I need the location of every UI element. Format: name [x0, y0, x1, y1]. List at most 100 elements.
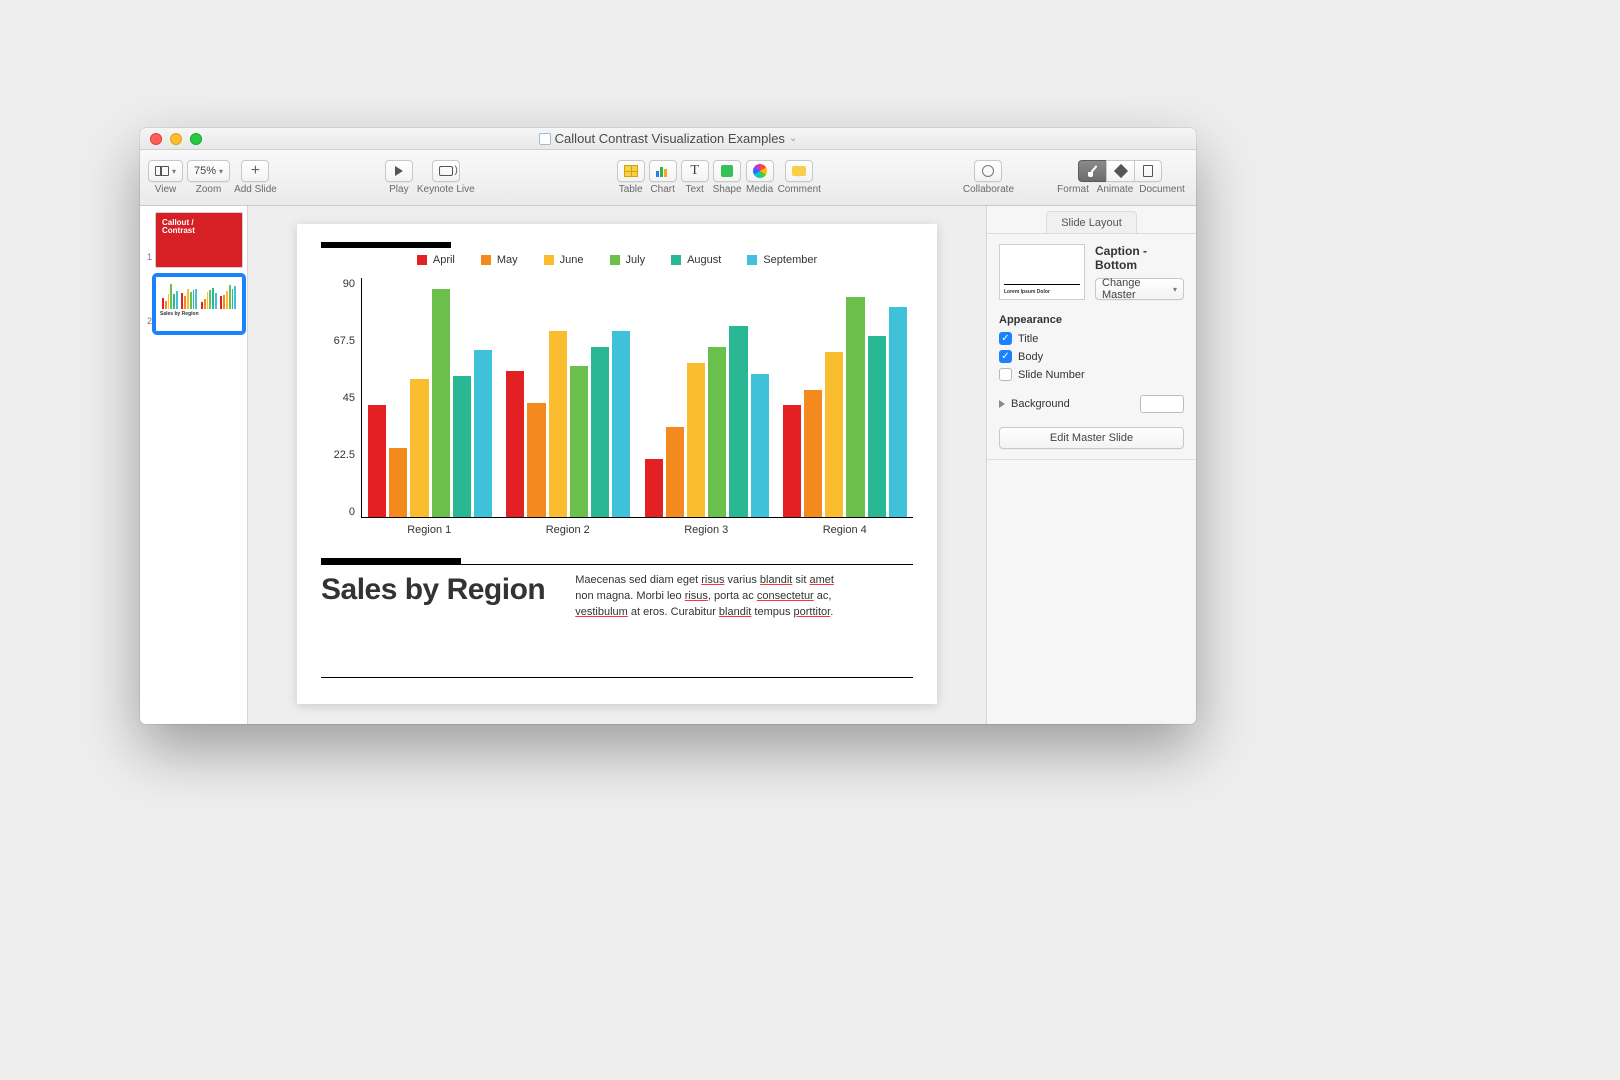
- legend-label: May: [497, 254, 518, 266]
- slide-number-checkbox[interactable]: [999, 368, 1012, 381]
- slide-accent-bar: [321, 242, 451, 248]
- x-tick-label: Region 1: [367, 524, 492, 536]
- legend-label: April: [433, 254, 455, 266]
- chart-icon: [656, 165, 670, 177]
- text-button[interactable]: T: [681, 160, 709, 182]
- document-title-text: Callout Contrast Visualization Examples: [555, 131, 785, 146]
- brush-icon: [1087, 165, 1099, 177]
- slide-navigator[interactable]: 1 Callout / Contrast 2: [140, 206, 248, 724]
- bar: [666, 427, 684, 517]
- keynote-live-label: Keynote Live: [417, 184, 475, 195]
- shape-button[interactable]: [713, 160, 741, 182]
- tab-slide-layout[interactable]: Slide Layout: [1046, 211, 1137, 233]
- legend-item: July: [610, 254, 646, 266]
- zoom-value: 75%: [194, 165, 216, 177]
- view-icon: [155, 166, 169, 176]
- table-icon: [624, 165, 638, 177]
- titlebar: Callout Contrast Visualization Examples …: [140, 128, 1196, 150]
- caption-block: Sales by Region Maecenas sed diam eget r…: [321, 573, 913, 621]
- background-label: Background: [1011, 398, 1070, 410]
- zoom-window-icon[interactable]: [190, 133, 202, 145]
- disclosure-triangle-icon[interactable]: [999, 400, 1005, 408]
- comment-button[interactable]: [785, 160, 813, 182]
- toolbar: ▾ View 75%▾ Zoom + Add Slide Play Keynot…: [140, 150, 1196, 206]
- table-button[interactable]: [617, 160, 645, 182]
- document-panel-icon: [1143, 165, 1153, 177]
- legend-swatch: [671, 255, 681, 265]
- background-color-well[interactable]: [1140, 395, 1184, 413]
- legend-item: June: [544, 254, 584, 266]
- view-button[interactable]: ▾: [148, 160, 183, 182]
- slide-body-text[interactable]: Maecenas sed diam eget risus varius blan…: [575, 573, 835, 621]
- media-icon: [753, 164, 767, 178]
- chevron-down-icon[interactable]: ⌄: [789, 133, 797, 144]
- bar: [527, 403, 545, 517]
- legend-item: August: [671, 254, 721, 266]
- animate-button[interactable]: [1106, 160, 1134, 182]
- slide-title[interactable]: Sales by Region: [321, 573, 545, 621]
- bar: [549, 331, 567, 517]
- caption-rule: [321, 564, 913, 565]
- y-tick-label: 90: [343, 278, 355, 290]
- body-checkbox[interactable]: [999, 350, 1012, 363]
- y-tick-label: 67.5: [334, 335, 355, 347]
- chart-x-axis: Region 1Region 2Region 3Region 4: [361, 518, 913, 536]
- text-label: Text: [685, 184, 703, 195]
- play-icon: [395, 166, 403, 176]
- format-button[interactable]: [1078, 160, 1106, 182]
- legend-swatch: [544, 255, 554, 265]
- slide-bottom-rule: [321, 677, 913, 678]
- chart[interactable]: 90 67.5 45 22.5 0: [321, 278, 913, 518]
- window-controls: [140, 133, 202, 145]
- legend-label: September: [763, 254, 817, 266]
- master-preview-thumb[interactable]: [999, 244, 1085, 300]
- slide[interactable]: April May June July August September 90 67.5 45…: [297, 224, 937, 704]
- inspector-divider: [987, 459, 1196, 460]
- bar: [729, 326, 747, 517]
- y-tick-label: 22.5: [334, 449, 355, 461]
- bar: [410, 379, 428, 517]
- main-body: 1 Callout / Contrast 2: [140, 206, 1196, 724]
- slide-thumbnail-1[interactable]: Callout / Contrast: [155, 212, 243, 268]
- document-button[interactable]: [1134, 160, 1162, 182]
- edit-master-slide-button[interactable]: Edit Master Slide: [999, 427, 1184, 449]
- document-label: Document: [1136, 184, 1188, 195]
- bar: [612, 331, 630, 517]
- legend-item: April: [417, 254, 455, 266]
- bar: [645, 459, 663, 517]
- media-button[interactable]: [746, 160, 774, 182]
- bar-group: [645, 278, 769, 517]
- bar: [453, 376, 471, 517]
- view-label: View: [155, 184, 177, 195]
- bar: [889, 307, 907, 517]
- inspector-panel: Slide Layout Caption - Bottom Change Mas…: [986, 206, 1196, 724]
- collaborate-button[interactable]: [974, 160, 1002, 182]
- bar-group: [368, 278, 492, 517]
- chart-button[interactable]: [649, 160, 677, 182]
- slide-canvas[interactable]: April May June July August September 90 67.5 45…: [248, 206, 986, 724]
- chart-y-axis: 90 67.5 45 22.5 0: [321, 278, 361, 518]
- bar: [708, 347, 726, 517]
- keynote-live-button[interactable]: [432, 160, 460, 182]
- bar-group: [783, 278, 907, 517]
- bar: [570, 366, 588, 517]
- title-checkbox-label: Title: [1018, 333, 1038, 345]
- change-master-button[interactable]: Change Master ▾: [1095, 278, 1184, 300]
- legend-item: May: [481, 254, 518, 266]
- slide-number-checkbox-label: Slide Number: [1018, 369, 1085, 381]
- y-tick-label: 45: [343, 392, 355, 404]
- thumb1-line2: Contrast: [162, 227, 236, 235]
- legend-label: July: [626, 254, 646, 266]
- body-checkbox-label: Body: [1018, 351, 1043, 363]
- bar: [846, 297, 864, 517]
- close-icon[interactable]: [150, 133, 162, 145]
- thumb-caption: Sales by Region: [160, 311, 238, 317]
- zoom-button[interactable]: 75%▾: [187, 160, 230, 182]
- play-button[interactable]: [385, 160, 413, 182]
- slide-thumbnail-2[interactable]: Sales by Region: [155, 276, 243, 332]
- title-checkbox[interactable]: [999, 332, 1012, 345]
- minimize-icon[interactable]: [170, 133, 182, 145]
- y-tick-label: 0: [349, 506, 355, 518]
- add-slide-button[interactable]: +: [241, 160, 269, 182]
- comment-icon: [792, 166, 806, 176]
